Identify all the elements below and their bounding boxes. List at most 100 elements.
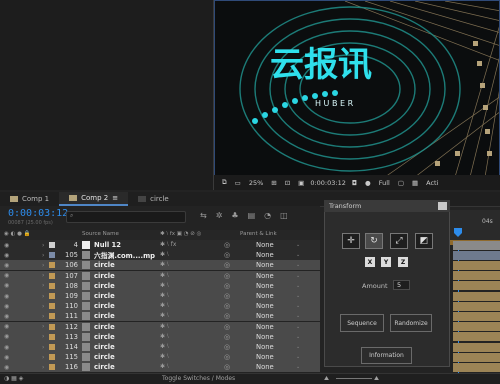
chevron-down-icon[interactable]: ⌄ [296,313,300,319]
label-color-swatch[interactable] [49,323,55,330]
parent-select[interactable]: None [256,292,274,300]
time-ruler[interactable]: 04s [450,210,500,240]
parent-select[interactable]: None [256,251,274,259]
layer-duration-bar[interactable] [453,291,500,301]
layer-row[interactable]: ◉ › 4 Null 12 ✱ ⧵ fx ◎ None ⌄ [0,240,320,250]
frame-blend-icon[interactable]: ▤ [248,211,256,223]
parent-select[interactable]: None [256,241,274,249]
color-icon[interactable]: ● [363,179,373,187]
layer-switches[interactable]: ✱ ⧵ fx [160,241,176,249]
parent-select[interactable]: None [256,333,274,341]
chevron-down-icon[interactable]: ⌄ [296,293,300,299]
layer-switches[interactable]: ✱ ⧵ [160,333,169,341]
parent-select[interactable]: None [256,353,274,361]
roi-icon[interactable]: ▢ [396,179,406,187]
chevron-down-icon[interactable]: ⌄ [296,262,300,268]
chevron-down-icon[interactable]: ⌄ [296,344,300,350]
layer-duration-bar[interactable] [453,322,500,332]
draft-3d-icon[interactable]: ✲ [216,211,223,223]
zoom-select[interactable]: 25% [247,179,265,187]
mask-icon[interactable]: ▣ [296,179,306,187]
label-color-swatch[interactable] [49,282,55,289]
expand-arrow-icon[interactable]: › [42,303,44,310]
label-color-swatch[interactable] [49,333,55,340]
chevron-down-icon[interactable]: ⌄ [296,273,300,279]
pickwhip-icon[interactable]: ◎ [224,363,230,371]
tab-3[interactable]: circle [128,192,179,206]
layer-name[interactable]: Null 12 [94,241,121,249]
layer-duration-bar[interactable] [453,260,500,270]
position-mode-icon[interactable]: ✛ [342,233,360,249]
layer-duration-bar[interactable] [453,281,500,291]
layer-row[interactable]: ◉ › 105 六指渊.com....mp ✱ ⧵ ◎ None ⌄ [0,250,320,261]
layer-row[interactable]: ◉ › 109 circle ✱ ⧵ ◎ None ⌄ [0,291,320,301]
parent-select[interactable]: None [256,261,274,269]
parent-select[interactable]: None [256,272,274,280]
scale-mode-icon[interactable]: ⤢ [390,233,408,249]
expand-arrow-icon[interactable]: › [42,262,44,269]
shy-icon[interactable]: ♣ [231,211,238,223]
layer-switches[interactable]: ✱ ⧵ [160,302,169,310]
layer-duration-bar[interactable] [453,362,500,372]
rotation-mode-icon[interactable]: ↻ [365,233,383,249]
graph-editor-icon[interactable]: ◫ [280,211,288,223]
label-color-swatch[interactable] [49,354,55,361]
pickwhip-icon[interactable]: ◎ [224,241,230,249]
layer-name[interactable]: circle [94,363,115,371]
layer-row[interactable]: ◉ › 115 circle ✱ ⧵ ◎ None ⌄ [0,352,320,363]
expand-arrow-icon[interactable]: › [42,333,44,340]
layer-duration-bar[interactable] [453,311,500,321]
chevron-down-icon[interactable]: ⌄ [296,242,300,248]
layer-switches[interactable]: ✱ ⧵ [160,282,169,290]
layer-name[interactable]: circle [94,261,115,269]
layer-name[interactable]: 六指渊.com....mp [94,250,155,260]
label-color-swatch[interactable] [49,262,55,269]
playhead-icon[interactable] [454,228,464,240]
eye-icon[interactable]: ◉ [4,252,11,259]
pickwhip-icon[interactable]: ◎ [224,272,230,280]
expand-arrow-icon[interactable]: › [42,364,44,371]
pickwhip-icon[interactable]: ◎ [224,292,230,300]
render-icons[interactable]: ◑ ▦ ◈ [4,375,23,382]
zoom-in-icon[interactable]: ⛰ [374,375,379,383]
label-color-swatch[interactable] [49,313,55,320]
layer-duration-bar[interactable] [453,352,500,362]
chevron-down-icon[interactable]: ⌄ [296,303,300,309]
composition-viewer[interactable]: 云报讯 H U B E R [214,0,500,190]
opacity-mode-icon[interactable]: ◩ [415,233,433,249]
axis-x-toggle[interactable]: X [365,257,375,267]
eye-icon[interactable]: ◉ [4,282,11,289]
parent-select[interactable]: None [256,282,274,290]
layer-switches[interactable]: ✱ ⧵ [160,353,169,361]
layer-duration-bar[interactable] [453,342,500,352]
active-camera-select[interactable]: Acti [424,179,440,187]
layer-name[interactable]: circle [94,353,115,361]
parent-select[interactable]: None [256,363,274,371]
parent-select[interactable]: None [256,323,274,331]
layer-name[interactable]: circle [94,312,115,320]
expand-arrow-icon[interactable]: › [42,282,44,289]
close-icon[interactable] [438,202,447,210]
layer-switches[interactable]: ✱ ⧵ [160,363,169,371]
expand-arrow-icon[interactable]: › [42,354,44,361]
chevron-down-icon[interactable]: ⌄ [296,324,300,330]
pickwhip-icon[interactable]: ◎ [224,312,230,320]
eye-icon[interactable]: ◉ [4,354,11,361]
layer-row[interactable]: ◉ › 111 circle ✱ ⧵ ◎ None ⌄ [0,311,320,322]
layer-name[interactable]: circle [94,272,115,280]
magnify-icon[interactable]: ⧉ [220,178,229,187]
motion-blur-icon[interactable]: ◔ [264,211,271,223]
expand-arrow-icon[interactable]: › [42,313,44,320]
pickwhip-icon[interactable]: ◎ [224,251,230,259]
parent-link-header[interactable]: Parent & Link [240,231,277,237]
layer-name[interactable]: circle [94,282,115,290]
current-time[interactable]: 0:00:03:12 [8,208,68,219]
layer-duration-bar[interactable] [453,332,500,342]
label-color-swatch[interactable] [49,272,55,279]
chevron-down-icon[interactable]: ⌄ [296,283,300,289]
toggle-switches-modes[interactable]: Toggle Switches / Modes [162,375,235,382]
axis-z-toggle[interactable]: Z [398,257,408,267]
pickwhip-icon[interactable]: ◎ [224,282,230,290]
eye-icon[interactable]: ◉ [4,262,11,269]
pickwhip-icon[interactable]: ◎ [224,333,230,341]
